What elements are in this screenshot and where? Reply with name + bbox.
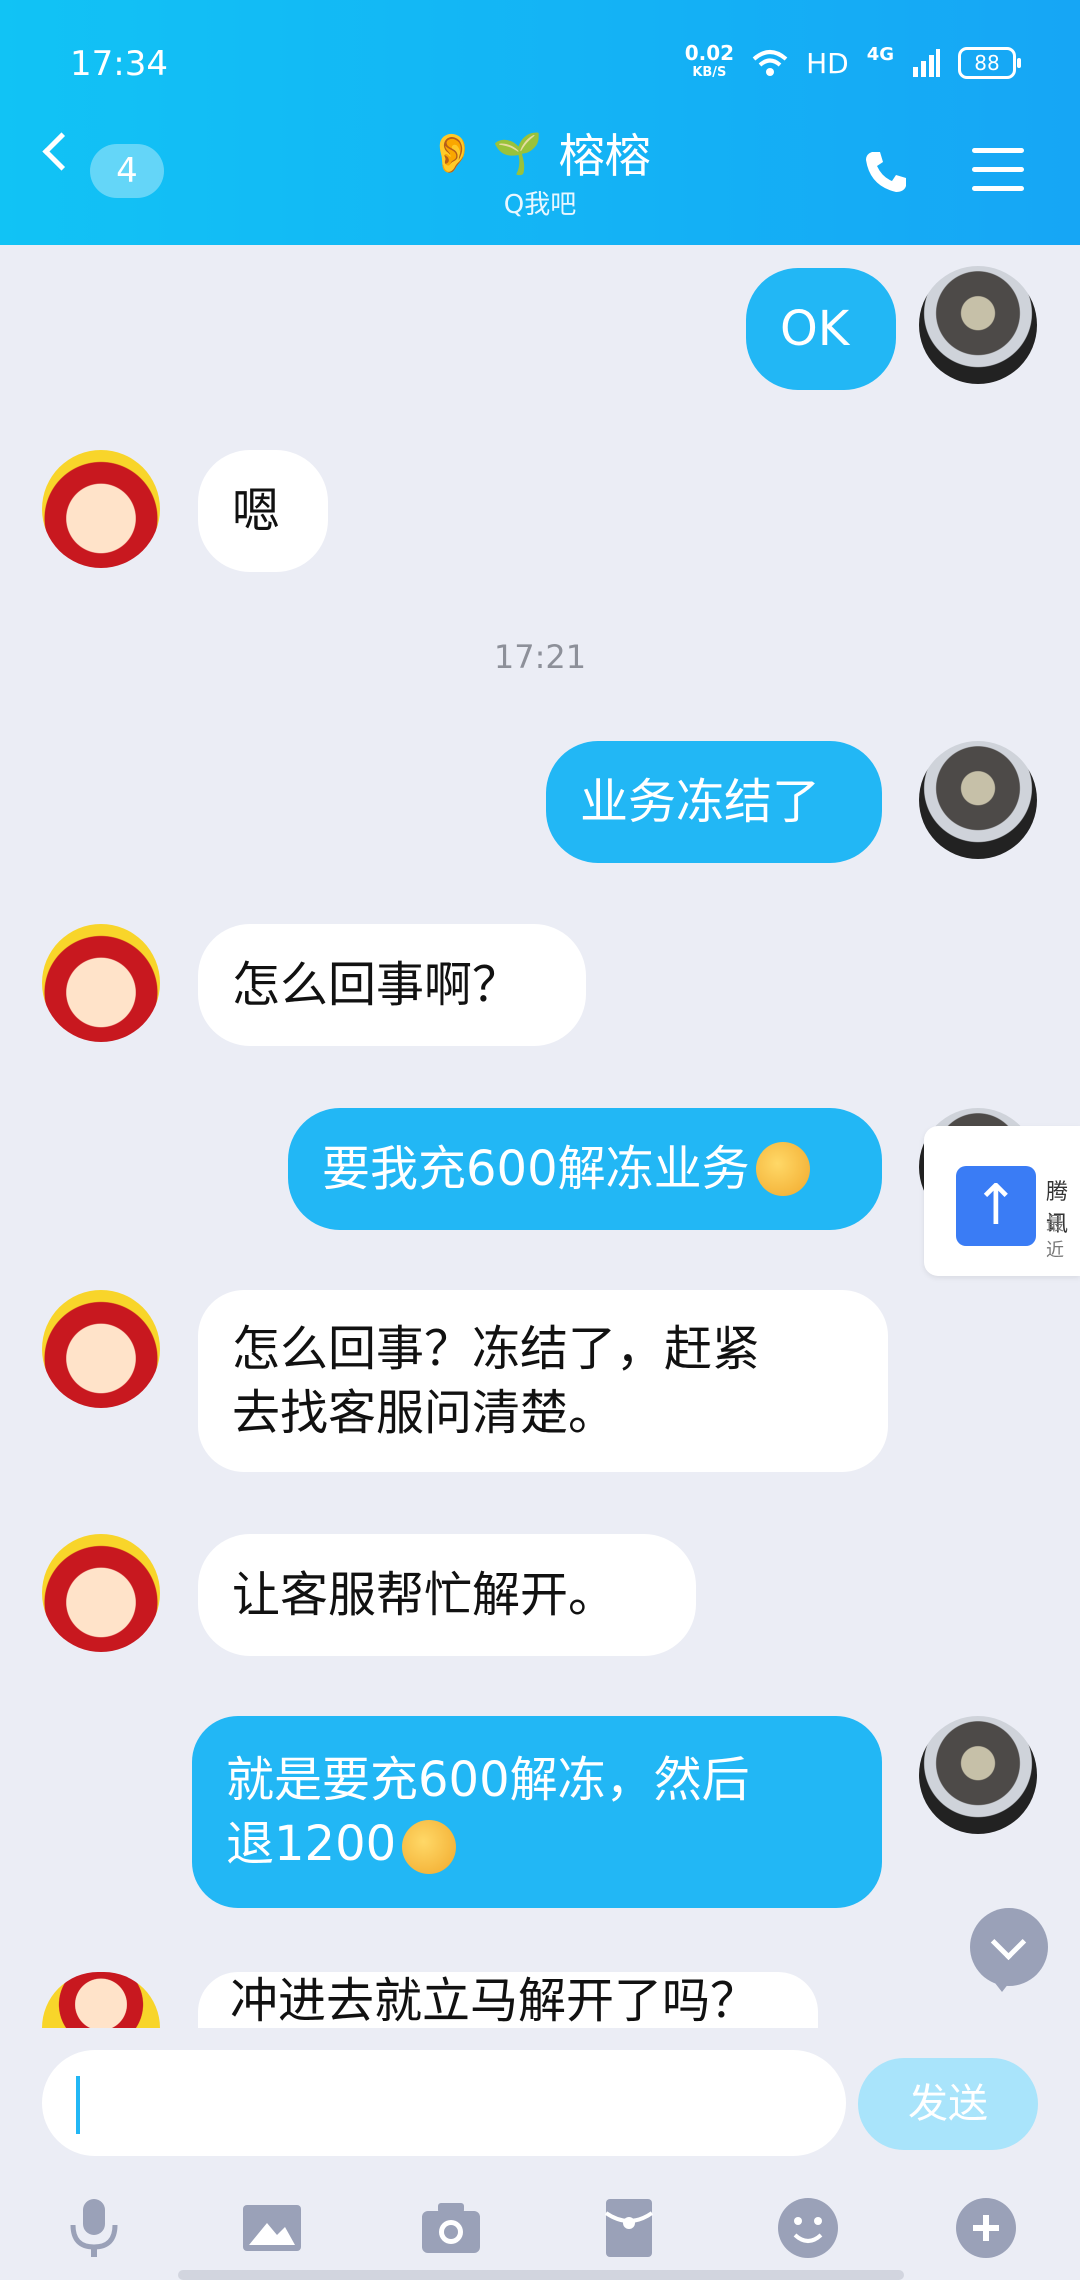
menu-icon[interactable]	[972, 148, 1024, 192]
chat-title-area[interactable]: 👂 🌱 榕榕 Q我吧	[0, 120, 1080, 221]
message-timestamp: 17:21	[493, 638, 587, 676]
battery-icon: 88	[958, 47, 1021, 79]
tencent-app-icon: ↑	[956, 1166, 1036, 1246]
status-icons: 0.02 KB/S HD 4G 88	[684, 41, 1021, 82]
contact-status: Q我吧	[503, 190, 577, 220]
message-bubble-received[interactable]: 怎么回事啊？	[198, 924, 586, 1046]
earpiece-icon: 👂	[425, 126, 481, 179]
wifi-icon	[752, 50, 788, 76]
network-speed-unit: KB/S	[692, 65, 727, 80]
chat-header: 17:34 0.02 KB/S HD 4G 88 4 👂 🌱 榕榕 Q我吧	[0, 0, 1080, 245]
microphone-icon[interactable]	[44, 2178, 144, 2278]
message-text-line: 退1200	[226, 1812, 457, 1876]
status-time: 17:34	[70, 44, 168, 84]
sprout-icon: 🌱	[492, 130, 543, 177]
home-indicator	[178, 2270, 904, 2280]
floating-app-card[interactable]: ↑ 腾讯 最近	[924, 1126, 1080, 1276]
my-avatar[interactable]	[919, 1716, 1037, 1834]
emoji-icon[interactable]	[758, 2178, 858, 2278]
contact-avatar[interactable]	[42, 1290, 160, 1408]
contact-avatar[interactable]	[42, 1972, 160, 2028]
my-avatar[interactable]	[919, 741, 1037, 859]
contact-avatar[interactable]	[42, 1534, 160, 1652]
text-cursor	[76, 2076, 80, 2134]
red-packet-icon[interactable]	[579, 2178, 679, 2278]
network-speed-value: 0.02	[684, 41, 735, 65]
my-avatar[interactable]	[919, 266, 1037, 384]
message-bubble-received[interactable]: 怎么回事？冻结了，赶紧 去找客服问清楚。	[198, 1290, 888, 1472]
message-bubble-received[interactable]: 让客服帮忙解开。	[198, 1534, 696, 1656]
hd-indicator: HD	[806, 46, 849, 80]
composer-toolbar	[0, 2178, 1080, 2278]
message-text-line: 怎么回事？冻结了，赶紧	[232, 1321, 761, 1377]
message-text-line: 就是要充600解冻，然后	[226, 1752, 750, 1808]
message-bubble-sent[interactable]: 就是要充600解冻，然后 退1200	[192, 1716, 882, 1908]
signal-icon	[913, 49, 940, 77]
plus-icon[interactable]	[936, 2178, 1036, 2278]
network-type: 4G	[866, 44, 894, 65]
message-composer: 发送	[0, 2028, 1080, 2280]
scroll-to-bottom-button[interactable]	[970, 1908, 1048, 1992]
message-text-line: 去找客服问清楚。	[232, 1385, 617, 1441]
message-bubble-sent[interactable]: OK	[746, 268, 896, 390]
thinking-emoji-icon	[402, 1820, 457, 1874]
message-text: 要我充600解冻业务	[322, 1141, 750, 1197]
network-speed: 0.02 KB/S	[684, 41, 735, 82]
contact-avatar[interactable]	[42, 450, 160, 568]
phone-call-icon[interactable]	[862, 148, 910, 196]
message-input[interactable]	[42, 2050, 846, 2156]
message-bubble-received[interactable]: 嗯	[198, 450, 328, 572]
send-button[interactable]: 发送	[858, 2058, 1038, 2150]
image-icon[interactable]	[222, 2178, 322, 2278]
message-bubble-sent[interactable]: 业务冻结了	[546, 741, 882, 863]
thinking-emoji-icon	[755, 1142, 810, 1196]
contact-name: 榕榕	[558, 129, 651, 183]
camera-icon[interactable]	[401, 2178, 501, 2278]
message-bubble-sent[interactable]: 要我充600解冻业务	[288, 1108, 882, 1230]
message-text-part: 退1200	[226, 1816, 397, 1872]
message-bubble-received[interactable]: 冲进去就立马解开了吗？	[198, 1972, 818, 2028]
floating-card-subtitle: 最近	[1046, 1214, 1064, 1261]
contact-avatar[interactable]	[42, 924, 160, 1042]
